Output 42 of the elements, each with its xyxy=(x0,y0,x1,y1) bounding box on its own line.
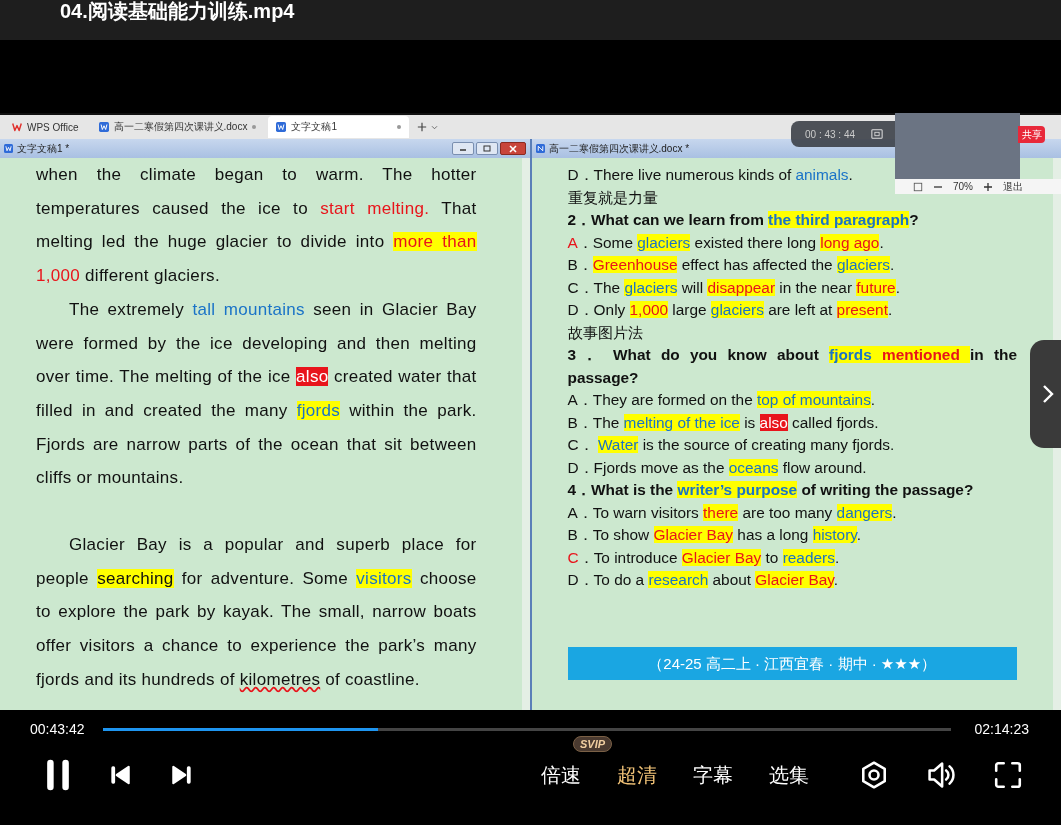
recording-time: 00 : 43 : 44 xyxy=(805,128,856,140)
share-button[interactable]: 共享 xyxy=(1018,126,1045,143)
answer-option: D．Fjords move as the oceans flow around. xyxy=(567,456,867,479)
menu-button[interactable]: 超清 xyxy=(617,761,657,789)
video-title: 04.阅读基础能力训练.mp4 xyxy=(60,0,295,22)
answer-option: C．To introduce Glacier Bay to readers. xyxy=(567,546,840,569)
app-tab[interactable]: WPS Office xyxy=(4,116,87,138)
answer-option: B．The melting of the ice is also called fjords. xyxy=(567,411,879,434)
menu-button[interactable]: 倍速 xyxy=(541,761,581,789)
vip-badge: SVIP xyxy=(573,735,613,752)
question-text: 3． What do you know about fjords mentioned in the passage? xyxy=(567,345,1017,388)
answer-option: C． Water is the source of creating many fjords. xyxy=(567,434,895,457)
note-text: 故事图片法 xyxy=(567,322,643,343)
question-text: 4．What is the writer’s purpose of writing the passage? xyxy=(567,480,974,500)
window-title: 高一二寒假第四次课讲义.docx * xyxy=(548,141,691,156)
tab-label: 高一二寒假第四次课讲义.docx xyxy=(113,120,248,134)
app-tab[interactable]: 文字文稿1 xyxy=(268,116,410,138)
answer-option: A．Some glaciers existed there long long ago. xyxy=(567,231,884,254)
note-text: 重复就是力量 xyxy=(567,187,658,208)
answer-option: B．To show Glacier Bay has a long history. xyxy=(567,524,862,547)
elapsed-time: 00:43:42 xyxy=(30,721,85,737)
total-duration: 02:14:23 xyxy=(974,721,1029,737)
answer-option: D．To do a research about Glacier Bay. xyxy=(567,569,839,592)
answer-option: D．There live numerous kinds of animals. xyxy=(567,164,853,187)
tab-label: 文字文稿1 xyxy=(291,120,338,134)
answer-option: A．They are formed on the top of mountains. xyxy=(567,389,876,412)
answer-option: C．The glaciers will disappear in the near future. xyxy=(567,276,900,299)
exit-button[interactable]: 退出 xyxy=(1003,179,1023,194)
tab-label: WPS Office xyxy=(27,121,79,133)
menu-button[interactable]: 字幕 xyxy=(693,761,733,789)
menu-button[interactable]: 选集 xyxy=(769,761,809,789)
window-title: 文字文稿1 * xyxy=(17,141,71,156)
answer-option: A．To warn visitors there are too many dangers. xyxy=(567,501,897,524)
app-tab[interactable]: 高一二寒假第四次课讲义.docx xyxy=(90,116,265,138)
paragraph: when the climate began to warm. The hotter temperatures caused the ice to start melting. That melting led the huge glacier to divide into more than 1,000 different glaciers. xyxy=(36,164,477,288)
answer-option: B．Greenhouse effect has affected the glaciers. xyxy=(567,254,895,277)
source-banner: （24-25 高二上 · 江西宜春 · 期中 · ★★★） xyxy=(567,646,1017,680)
paragraph: The extremely tall mountains seen in Glacier Bay were formed by the ice developing and then melting over time. The melting of the ice also created water that filled in and created the many fjords within the park. Fjords are narrow parts of the ocean that sit between cliffs or mountains. xyxy=(36,298,477,490)
zoom-level: 70% xyxy=(953,181,973,192)
paragraph: Glacier Bay is a popular and superb place for people searching for adventure. Some visitors choose to explore the park by kayak. The small, narrow boats offer visitors a chance to experience the park’s many fjords and its hundreds of kilometres of coastline. xyxy=(36,534,477,691)
answer-option: D．Only 1,000 large glaciers are left at present. xyxy=(567,299,893,322)
question-text: 2．What can we learn from the third paragraph? xyxy=(567,210,919,230)
